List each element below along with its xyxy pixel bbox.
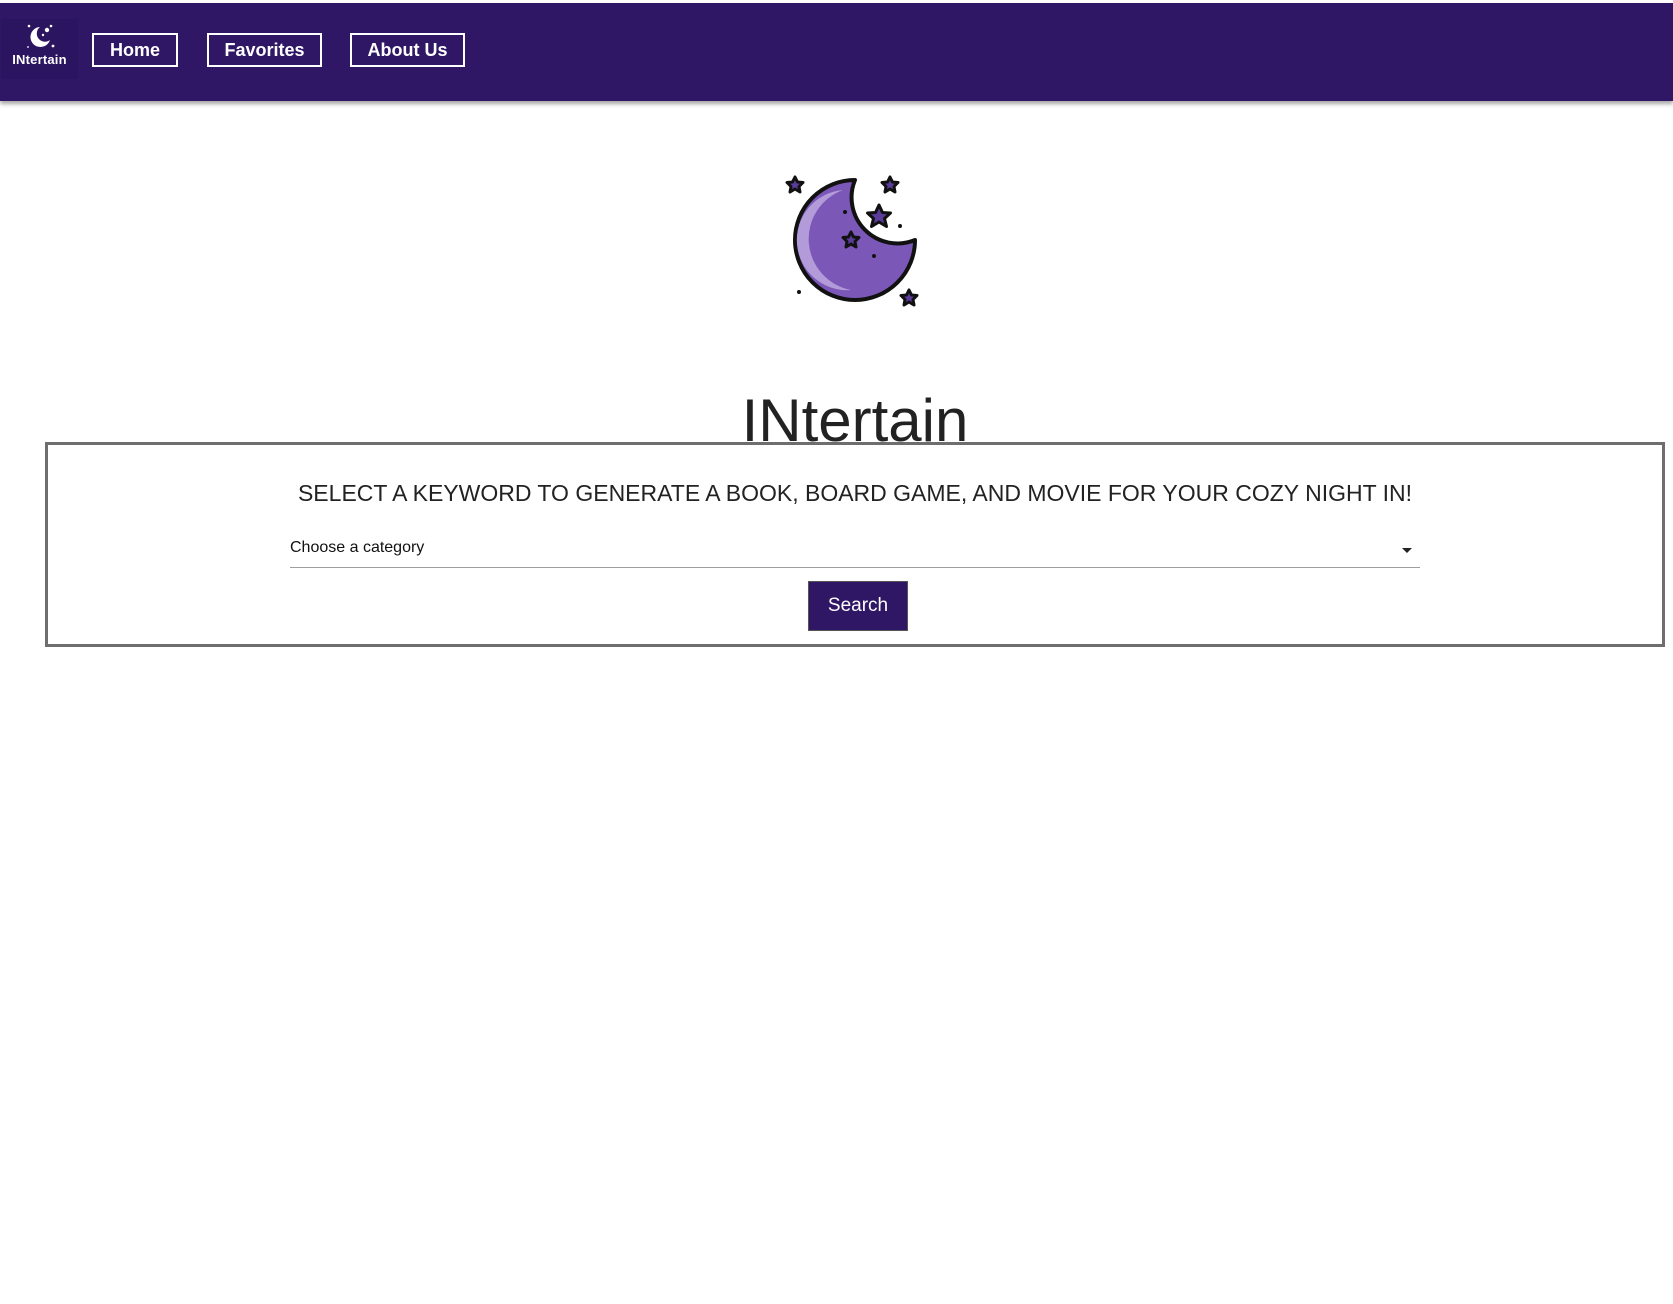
nav-about-us-button[interactable]: About Us bbox=[350, 33, 465, 67]
category-select[interactable]: Choose a category bbox=[290, 533, 1420, 568]
nav-logo[interactable]: INtertain bbox=[1, 19, 78, 79]
category-select-value: Choose a category bbox=[290, 539, 425, 556]
nav-favorites-button[interactable]: Favorites bbox=[207, 33, 322, 67]
caret-down-icon bbox=[1402, 548, 1412, 553]
search-instructions: SELECT A KEYWORD TO GENERATE A BOOK, BOA… bbox=[297, 480, 1413, 506]
top-navbar: INtertain Home Favorites About Us bbox=[0, 3, 1673, 101]
search-card: SELECT A KEYWORD TO GENERATE A BOOK, BOA… bbox=[45, 442, 1665, 647]
nav-logo-text: INtertain bbox=[12, 52, 67, 67]
moon-stars-icon bbox=[26, 24, 54, 48]
moon-stars-logo bbox=[785, 175, 919, 307]
nav-home-button[interactable]: Home bbox=[92, 33, 178, 67]
search-button[interactable]: Search bbox=[808, 581, 908, 631]
